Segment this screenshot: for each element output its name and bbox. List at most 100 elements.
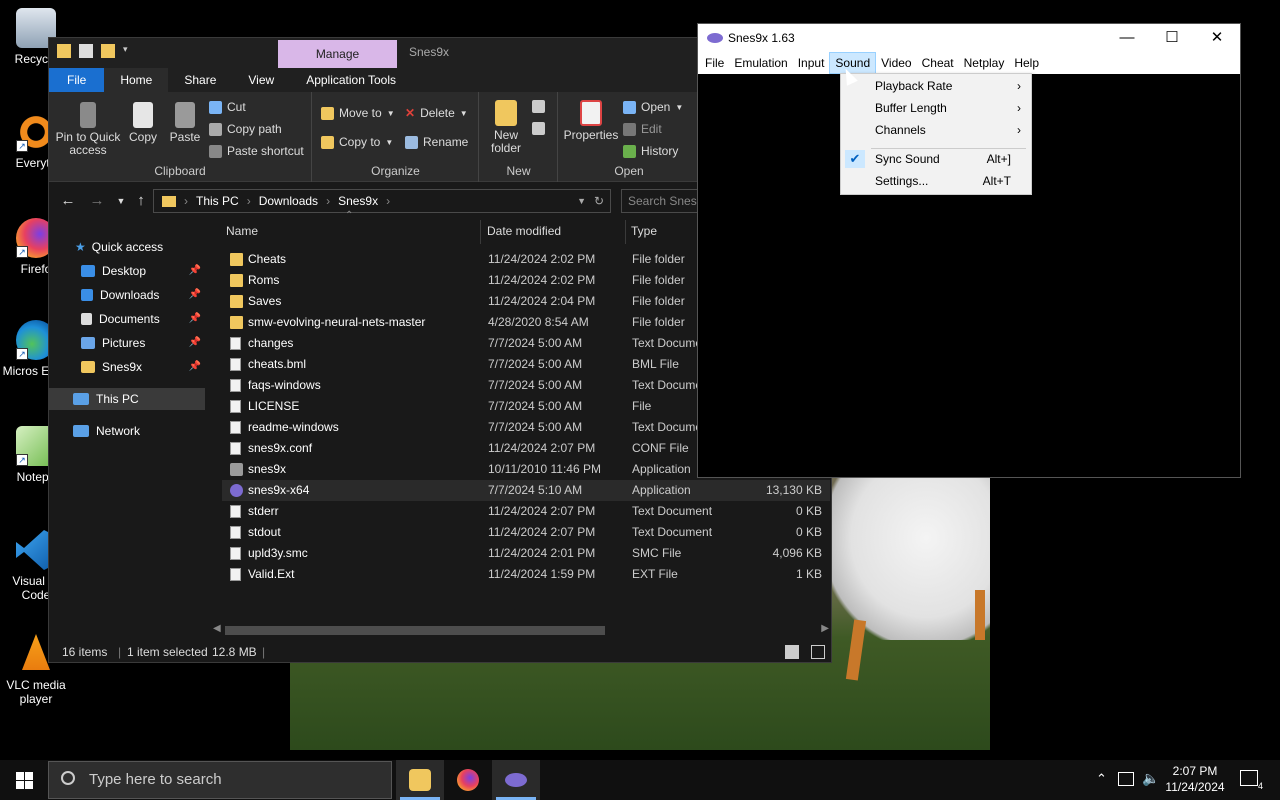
- new-folder-button[interactable]: New folder: [484, 100, 528, 155]
- file-row[interactable]: snes9x-x64 7/7/2024 5:10 AM Application 13,…: [222, 480, 830, 501]
- forward-arrow-icon[interactable]: →: [87, 191, 107, 211]
- history-button[interactable]: History: [623, 144, 678, 158]
- nav-item-snes9x[interactable]: Snes9x 📌: [49, 356, 205, 378]
- menu-emulation[interactable]: Emulation: [729, 52, 792, 74]
- properties-quick-icon[interactable]: [79, 44, 93, 58]
- properties-button[interactable]: Properties: [563, 100, 619, 142]
- tab-view[interactable]: View: [232, 68, 290, 92]
- menu-item-playback-rate[interactable]: Playback Rate ›: [841, 75, 1031, 97]
- column-divider[interactable]: [480, 220, 481, 244]
- file-type: Application: [632, 483, 691, 497]
- nav-item-this-pc[interactable]: This PC: [49, 388, 205, 410]
- menu-help[interactable]: Help: [1009, 52, 1044, 74]
- rename-button[interactable]: Rename: [405, 135, 468, 149]
- customize-toolbar-icon[interactable]: ▾: [123, 44, 137, 58]
- nav-item-documents[interactable]: Documents 📌: [49, 308, 205, 330]
- scrollbar-thumb[interactable]: [225, 626, 605, 635]
- details-view-icon[interactable]: [785, 645, 799, 659]
- menu-item-settings[interactable]: Settings... Alt+T: [841, 170, 1031, 192]
- copy-path-button[interactable]: Copy path: [209, 122, 282, 136]
- menu-video[interactable]: Video: [876, 52, 916, 74]
- taskbar-firefox[interactable]: [444, 760, 492, 800]
- menu-item-channels[interactable]: Channels ›: [841, 119, 1031, 141]
- nav-item-desktop[interactable]: Desktop 📌: [49, 260, 205, 282]
- breadcrumb-downloads[interactable]: Downloads: [259, 194, 318, 208]
- close-icon[interactable]: ✕: [1194, 26, 1240, 50]
- menu-item-sync-sound[interactable]: ✔ Sync Sound Alt+]: [841, 148, 1031, 170]
- breadcrumb-separator: ›: [326, 194, 331, 208]
- show-hidden-icons-chevron-icon[interactable]: ⌃: [1096, 771, 1107, 800]
- column-header-type[interactable]: Type: [631, 220, 657, 242]
- nav-item-downloads[interactable]: Downloads 📌: [49, 284, 205, 306]
- pin-icon: [80, 102, 96, 128]
- action-center-icon[interactable]: 4: [1240, 770, 1263, 791]
- taskbar-clock[interactable]: 2:07 PM 11/24/2024: [1160, 763, 1230, 795]
- chevron-down-icon: ▼: [386, 108, 395, 118]
- maximize-icon[interactable]: ☐: [1149, 26, 1195, 50]
- copy-button[interactable]: Copy: [125, 102, 161, 144]
- copy-to-button[interactable]: Copy to ▼: [321, 135, 393, 149]
- tab-home[interactable]: Home: [104, 68, 169, 92]
- file-row[interactable]: stderr 11/24/2024 2:07 PM Text Document 0 K…: [222, 501, 830, 522]
- application-icon: [230, 463, 243, 476]
- horizontal-scrollbar[interactable]: ◀ ▶: [213, 623, 831, 637]
- pin-to-quick-access-button[interactable]: Pin to Quick access: [55, 102, 121, 157]
- button-label: Properties: [563, 128, 619, 142]
- large-icons-view-icon[interactable]: [811, 645, 825, 659]
- move-to-icon: [321, 106, 334, 120]
- start-button[interactable]: [0, 760, 48, 800]
- column-header-name[interactable]: Name: [226, 220, 258, 242]
- tab-share[interactable]: Share: [168, 68, 232, 92]
- tab-application-tools[interactable]: Application Tools: [290, 68, 412, 92]
- cut-button[interactable]: Cut: [209, 100, 246, 114]
- file-type: Application: [632, 462, 691, 476]
- open-group: Properties Open ▼ Edit History Open: [559, 92, 699, 182]
- tab-file[interactable]: File: [49, 68, 105, 92]
- new-item-button[interactable]: [532, 100, 545, 113]
- sort-ascending-icon: ⌃: [345, 210, 354, 221]
- breadcrumb-separator: ›: [386, 194, 391, 208]
- address-dropdown-icon[interactable]: ▼: [577, 196, 586, 206]
- delete-button[interactable]: ✕ Delete ▼: [405, 106, 468, 120]
- network-tray-icon[interactable]: [1118, 772, 1134, 786]
- refresh-icon[interactable]: ↻: [594, 194, 604, 208]
- move-to-button[interactable]: Move to ▼: [321, 106, 395, 120]
- snes9x-logo-icon: [707, 33, 723, 43]
- file-row[interactable]: upld3y.smc 11/24/2024 2:01 PM SMC File 4,09…: [222, 543, 830, 564]
- file-row[interactable]: stdout 11/24/2024 2:07 PM Text Document 0 K…: [222, 522, 830, 543]
- address-bar[interactable]: › This PC › Downloads › Snes9x › ▼ ↻: [153, 189, 611, 213]
- taskbar-search-box[interactable]: Type here to search: [48, 761, 392, 799]
- recent-locations-chevron-icon[interactable]: ▼: [111, 191, 131, 211]
- scroll-right-icon[interactable]: ▶: [821, 623, 829, 634]
- menu-item-buffer-length[interactable]: Buffer Length ›: [841, 97, 1031, 119]
- new-folder-quick-icon[interactable]: [101, 44, 115, 58]
- nav-item-pictures[interactable]: Pictures 📌: [49, 332, 205, 354]
- taskbar-snes9x[interactable]: [492, 760, 540, 800]
- edit-button[interactable]: Edit: [623, 122, 662, 136]
- nav-item-network[interactable]: Network: [49, 420, 205, 442]
- scroll-left-icon[interactable]: ◀: [213, 623, 221, 634]
- breadcrumb-snes9x[interactable]: Snes9x: [338, 194, 378, 208]
- paste-button[interactable]: Paste: [167, 102, 203, 144]
- paste-shortcut-button[interactable]: Paste shortcut: [209, 144, 304, 158]
- column-header-date-modified[interactable]: Date modified: [487, 220, 561, 242]
- volume-icon[interactable]: 🔈: [1142, 770, 1159, 800]
- menu-netplay[interactable]: Netplay: [959, 52, 1010, 74]
- file-row[interactable]: Valid.Ext 11/24/2024 1:59 PM EXT File 1 KB: [222, 564, 830, 585]
- history-icon: [623, 144, 636, 158]
- column-divider[interactable]: [625, 220, 626, 244]
- taskbar-file-explorer[interactable]: [396, 760, 444, 800]
- back-arrow-icon[interactable]: ←: [58, 191, 78, 211]
- menu-input[interactable]: Input: [793, 52, 830, 74]
- goose-leg: [975, 590, 985, 640]
- button-label: Paste: [169, 130, 201, 144]
- breadcrumb-this-pc[interactable]: This PC: [196, 194, 239, 208]
- menu-cheat[interactable]: Cheat: [917, 52, 959, 74]
- menu-file[interactable]: File: [700, 52, 729, 74]
- nav-item-quick-access[interactable]: ★ Quick access: [49, 236, 205, 258]
- tab-manage[interactable]: Manage: [278, 40, 397, 68]
- open-button[interactable]: Open ▼: [623, 100, 683, 114]
- minimize-icon[interactable]: —: [1104, 26, 1150, 50]
- up-arrow-icon[interactable]: ↑: [131, 191, 151, 211]
- easy-access-button[interactable]: [532, 122, 545, 135]
